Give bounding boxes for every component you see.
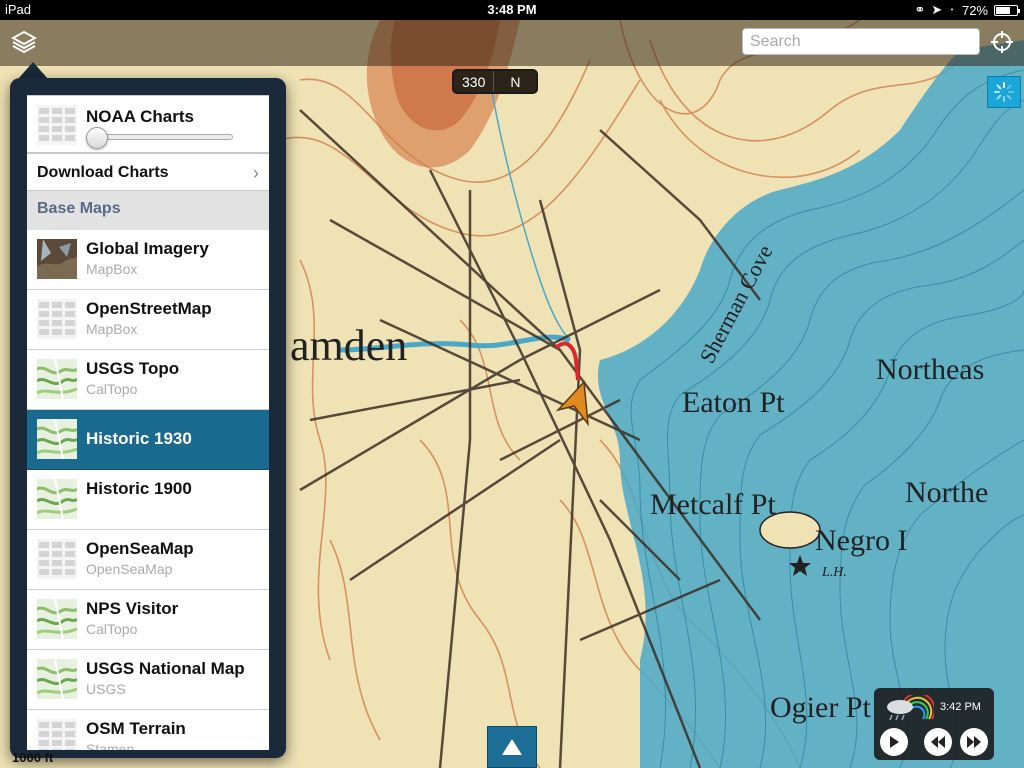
fast-forward-icon (967, 736, 981, 748)
base-map-list: Global Imagery MapBox OpenStreetMap MapBox U… (27, 230, 269, 750)
radar-timestamp: 3:42 PM (940, 701, 981, 713)
base-map-title: Global Imagery (86, 239, 209, 258)
topo-map-icon (37, 419, 77, 459)
base-map-provider: CalTopo (86, 621, 138, 637)
grid-map-icon (37, 105, 77, 145)
base-map-item[interactable]: Historic 1930 (27, 410, 269, 470)
map-label-metcalf-pt: Metcalf Pt (650, 488, 776, 521)
bottom-drawer-button[interactable] (487, 726, 537, 768)
grid-map-icon (37, 719, 77, 750)
base-map-provider: MapBox (86, 261, 138, 277)
weather-radar-icon (887, 695, 934, 721)
rotation-lock-icon: ⚭ (914, 2, 926, 17)
loading-indicator[interactable] (987, 76, 1021, 108)
map-label-town: amden (290, 321, 407, 370)
base-map-title: NPS Visitor (86, 599, 179, 618)
status-bar: iPad 3:48 PM ⚭ ➤ ᛫ 72% (0, 0, 1024, 20)
base-map-title: Historic 1900 (86, 479, 192, 498)
layers-icon (11, 30, 37, 54)
search-input[interactable] (742, 28, 980, 55)
grid-map-icon (37, 299, 77, 339)
base-map-item[interactable]: OSM Terrain Stamen (27, 710, 269, 750)
satellite-imagery-icon (37, 239, 77, 279)
heading-indicator[interactable]: 330 N (452, 69, 539, 94)
map-label-lighthouse: L.H. (821, 565, 847, 580)
heading-direction: N (510, 74, 521, 90)
popover-arrow (18, 62, 48, 79)
map-toolbar (0, 20, 1024, 66)
base-map-provider: OpenSeaMap (86, 561, 173, 577)
play-button[interactable] (880, 728, 908, 756)
base-map-title: OpenSeaMap (86, 539, 194, 558)
base-map-item[interactable]: Global Imagery MapBox (27, 230, 269, 290)
map-label-eaton-pt: Eaton Pt (682, 386, 785, 419)
bluetooth-icon: ᛫ (948, 2, 956, 18)
map-label-northeast-1: Northeas (876, 353, 984, 386)
base-map-provider: USGS (86, 681, 126, 697)
weather-playback-panel: 3:42 PM (874, 688, 994, 760)
base-map-provider: MapBox (86, 321, 138, 337)
map-label-ogier-pt: Ogier Pt (770, 691, 871, 724)
triangle-up-icon (502, 739, 522, 755)
base-map-title: USGS National Map (86, 659, 245, 678)
map-label-negro-i: Negro I (815, 524, 907, 557)
overlay-noaa-charts[interactable]: NOAA Charts (27, 95, 269, 153)
battery-fill (996, 6, 1010, 14)
battery-icon (994, 4, 1020, 16)
topo-map-icon (37, 599, 77, 639)
clock: 3:48 PM (487, 2, 537, 17)
step-forward-button[interactable] (960, 728, 988, 756)
base-map-item[interactable]: OpenSeaMap OpenSeaMap (27, 530, 269, 590)
map-scale: 1000 ft (12, 750, 54, 765)
layers-panel: NOAA Charts Download Charts › Base Maps … (27, 95, 269, 750)
base-map-item[interactable]: NPS Visitor CalTopo (27, 590, 269, 650)
base-map-provider: Stamen (86, 741, 135, 750)
base-map-item[interactable]: OpenStreetMap MapBox (27, 290, 269, 350)
base-map-provider: CalTopo (86, 381, 138, 397)
topo-map-icon (37, 659, 77, 699)
base-map-title: OpenStreetMap (86, 299, 212, 318)
map-label-northeast-2: Northe (905, 476, 988, 509)
topo-map-icon (37, 479, 77, 519)
base-map-title: USGS Topo (86, 359, 180, 378)
base-map-title: OSM Terrain (86, 719, 186, 738)
base-map-item[interactable]: USGS National Map USGS (27, 650, 269, 710)
locate-button[interactable] (990, 30, 1014, 54)
download-charts-label: Download Charts (37, 164, 169, 181)
section-header-base-maps: Base Maps (37, 200, 121, 217)
topo-map-icon (37, 359, 77, 399)
step-back-button[interactable] (924, 728, 952, 756)
base-map-title: Historic 1930 (86, 429, 192, 448)
base-map-item[interactable]: USGS Topo CalTopo (27, 350, 269, 410)
location-services-icon: ➤ (931, 2, 943, 17)
layers-popover: NOAA Charts Download Charts › Base Maps … (10, 78, 286, 758)
grid-map-icon (37, 539, 77, 579)
crosshair-icon (991, 31, 1013, 53)
slider-knob[interactable] (86, 127, 108, 149)
overlay-title: NOAA Charts (86, 107, 194, 126)
heading-degrees: 330 (454, 71, 495, 92)
play-icon (890, 736, 899, 748)
layers-button[interactable] (8, 27, 40, 57)
base-map-item[interactable]: Historic 1900 (27, 470, 269, 530)
battery-percent: 72% (961, 2, 988, 18)
download-charts-row[interactable]: Download Charts › (27, 153, 269, 191)
opacity-slider[interactable] (86, 127, 233, 149)
spinner-icon (994, 82, 1014, 102)
chevron-right-icon: › (253, 163, 259, 183)
rewind-icon (931, 736, 945, 748)
